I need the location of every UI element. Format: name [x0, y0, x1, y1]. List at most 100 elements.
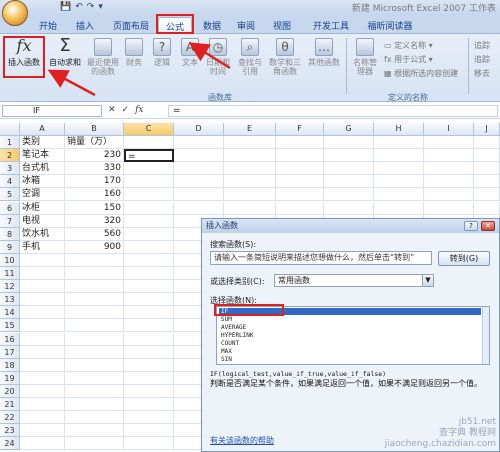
- cell-j5[interactable]: [474, 188, 500, 202]
- cell-b9[interactable]: 900: [65, 240, 124, 254]
- row-header-18[interactable]: 18: [0, 358, 20, 372]
- formula-input[interactable]: =: [168, 105, 498, 117]
- cell-e3[interactable]: [224, 162, 276, 176]
- cell-d1[interactable]: [174, 136, 224, 150]
- row-header-11[interactable]: 11: [0, 267, 20, 281]
- column-header-d[interactable]: D: [174, 123, 224, 136]
- cell-e4[interactable]: [224, 175, 276, 189]
- tab-data[interactable]: 数据: [198, 17, 226, 34]
- cell-a13[interactable]: [20, 293, 65, 307]
- cell-b7[interactable]: 320: [65, 214, 124, 228]
- cell-c9[interactable]: [124, 240, 174, 254]
- row-header-20[interactable]: 20: [0, 384, 20, 398]
- cell-a18[interactable]: [20, 358, 65, 372]
- cell-a15[interactable]: [20, 319, 65, 333]
- cell-c11[interactable]: [124, 267, 174, 281]
- function-help-link[interactable]: 有关该函数的帮助: [210, 435, 274, 446]
- category-select[interactable]: 常用函数: [274, 274, 434, 287]
- cell-b2[interactable]: 230: [65, 149, 124, 163]
- cell-c21[interactable]: [124, 398, 174, 412]
- cell-c24[interactable]: [124, 437, 174, 451]
- cell-h2[interactable]: [374, 149, 424, 163]
- define-name-button[interactable]: ▭ 定义名称 ▾: [384, 40, 433, 51]
- cell-a22[interactable]: [20, 411, 65, 425]
- cell-f4[interactable]: [276, 175, 324, 189]
- cell-h6[interactable]: [374, 201, 424, 215]
- trace-precedents-button[interactable]: 追踪: [474, 40, 490, 51]
- create-from-selection-button[interactable]: ▦ 根据所选内容创建: [384, 68, 458, 79]
- cell-g5[interactable]: [324, 188, 374, 202]
- cell-a7[interactable]: 电视: [20, 214, 65, 228]
- row-header-13[interactable]: 13: [0, 293, 20, 307]
- text-button[interactable]: A 文本: [178, 38, 202, 67]
- cell-c15[interactable]: [124, 319, 174, 333]
- cell-a17[interactable]: [20, 345, 65, 359]
- cell-e5[interactable]: [224, 188, 276, 202]
- tab-view[interactable]: 视图: [268, 17, 296, 34]
- cell-b24[interactable]: [65, 437, 124, 451]
- cell-c2[interactable]: =: [124, 149, 174, 163]
- cell-f6[interactable]: [276, 201, 324, 215]
- cell-b16[interactable]: [65, 332, 124, 346]
- cell-a19[interactable]: [20, 371, 65, 385]
- cell-b8[interactable]: 560: [65, 227, 124, 241]
- cell-b5[interactable]: 160: [65, 188, 124, 202]
- cell-g2[interactable]: [324, 149, 374, 163]
- cell-c8[interactable]: [124, 227, 174, 241]
- function-list-item[interactable]: HYPERLINK: [219, 332, 481, 339]
- row-header-17[interactable]: 17: [0, 345, 20, 359]
- column-header-i[interactable]: I: [424, 123, 474, 136]
- cell-h5[interactable]: [374, 188, 424, 202]
- cell-j4[interactable]: [474, 175, 500, 189]
- datetime-button[interactable]: ◷ 日期和时间: [204, 38, 232, 76]
- row-header-12[interactable]: 12: [0, 280, 20, 294]
- cell-c10[interactable]: [124, 253, 174, 267]
- row-header-23[interactable]: 23: [0, 424, 20, 438]
- cell-g6[interactable]: [324, 201, 374, 215]
- cell-a8[interactable]: 饮水机: [20, 227, 65, 241]
- cell-h1[interactable]: [374, 136, 424, 150]
- redo-icon[interactable]: ↷: [87, 2, 95, 12]
- cell-b4[interactable]: 170: [65, 175, 124, 189]
- cell-b3[interactable]: 330: [65, 162, 124, 176]
- function-list-item[interactable]: AVERAGE: [219, 324, 481, 331]
- office-button[interactable]: [2, 0, 28, 26]
- trace-dependents-button[interactable]: 追踪: [474, 54, 490, 65]
- cell-c6[interactable]: [124, 201, 174, 215]
- function-list-item[interactable]: MAX: [219, 348, 481, 355]
- tab-foxit-reader[interactable]: 福昕阅读器: [362, 17, 418, 34]
- cell-j6[interactable]: [474, 201, 500, 215]
- cell-i5[interactable]: [424, 188, 474, 202]
- cell-j1[interactable]: [474, 136, 500, 150]
- cell-d6[interactable]: [174, 201, 224, 215]
- cell-c12[interactable]: [124, 280, 174, 294]
- cell-b1[interactable]: 销量（万）: [65, 136, 124, 150]
- cell-c1[interactable]: [124, 136, 174, 150]
- cell-g4[interactable]: [324, 175, 374, 189]
- cell-f2[interactable]: [276, 149, 324, 163]
- row-header-10[interactable]: 10: [0, 253, 20, 267]
- row-header-8[interactable]: 8: [0, 227, 20, 241]
- row-header-1[interactable]: 1: [0, 136, 20, 150]
- cell-c7[interactable]: [124, 214, 174, 228]
- cell-b19[interactable]: [65, 371, 124, 385]
- cell-c23[interactable]: [124, 424, 174, 438]
- cell-i6[interactable]: [424, 201, 474, 215]
- cell-h4[interactable]: [374, 175, 424, 189]
- cell-a6[interactable]: 冰柜: [20, 201, 65, 215]
- function-icon[interactable]: fx: [135, 105, 143, 115]
- search-input[interactable]: 请输入一条简短说明来描述您想做什么，然后单击“转到”: [210, 251, 432, 265]
- cell-a4[interactable]: 冰箱: [20, 175, 65, 189]
- cell-g3[interactable]: [324, 162, 374, 176]
- cell-e6[interactable]: [224, 201, 276, 215]
- column-header-f[interactable]: F: [276, 123, 324, 136]
- cell-b13[interactable]: [65, 293, 124, 307]
- use-in-formula-button[interactable]: fx 用于公式 ▾: [384, 54, 433, 65]
- cell-c19[interactable]: [124, 371, 174, 385]
- cell-b23[interactable]: [65, 424, 124, 438]
- cell-b20[interactable]: [65, 384, 124, 398]
- function-list-item[interactable]: COUNT: [219, 340, 481, 347]
- column-header-h[interactable]: H: [374, 123, 424, 136]
- chevron-down-icon[interactable]: ▼: [422, 275, 433, 286]
- cell-c20[interactable]: [124, 384, 174, 398]
